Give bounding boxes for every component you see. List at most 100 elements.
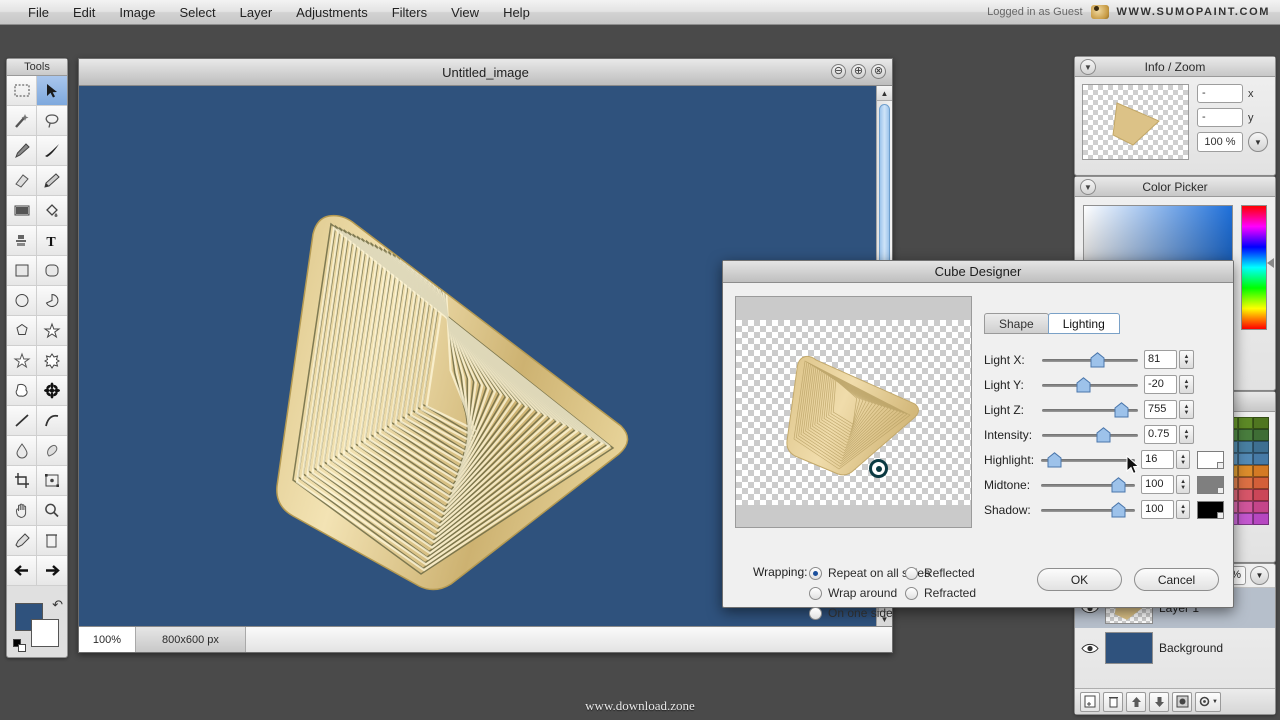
color-swatch[interactable] (1253, 513, 1269, 525)
menu-item-adjustments[interactable]: Adjustments (284, 2, 380, 23)
pie-shape-tool[interactable] (37, 286, 67, 316)
wrapping-option-reflected[interactable]: Reflected (905, 563, 976, 583)
menu-item-file[interactable]: File (16, 2, 61, 23)
layer-row-2[interactable]: Background (1075, 628, 1275, 668)
color-swatch[interactable] (1253, 429, 1269, 441)
slider-midtone[interactable] (1040, 476, 1136, 494)
flower-shape-tool[interactable] (37, 376, 67, 406)
spinner-highlight[interactable]: ▲ ▼ (1175, 450, 1191, 469)
rounded-rectangle-tool[interactable] (37, 256, 67, 286)
color-swatch[interactable] (1237, 477, 1254, 489)
color-swatch[interactable] (1237, 417, 1254, 429)
slider-intensity[interactable] (1042, 426, 1138, 444)
spinner-light-z[interactable]: ▲ ▼ (1179, 400, 1194, 419)
menu-item-help[interactable]: Help (491, 2, 542, 23)
background-color-swatch[interactable] (31, 619, 59, 647)
wrapping-option-refracted[interactable]: Refracted (905, 583, 976, 603)
y-coordinate-input[interactable]: - (1197, 108, 1243, 127)
spinner-down-icon[interactable]: ▼ (1184, 435, 1190, 441)
ellipse-shape-tool[interactable] (7, 286, 37, 316)
spinner-light-y[interactable]: ▲ ▼ (1179, 375, 1194, 394)
polygon-shape-tool[interactable] (7, 316, 37, 346)
tab-lighting[interactable]: Lighting (1047, 313, 1120, 334)
radio-icon[interactable] (809, 566, 822, 580)
slider-light-y[interactable] (1042, 376, 1138, 394)
lasso-tool[interactable] (37, 106, 67, 136)
color-swatch[interactable] (1237, 501, 1254, 513)
delete-tool[interactable] (37, 526, 67, 556)
text-tool[interactable]: T (37, 226, 67, 256)
slider-handle[interactable] (1076, 376, 1091, 393)
color-swatch[interactable] (1253, 465, 1269, 477)
eye-visibility-icon[interactable] (1081, 642, 1099, 655)
hue-strip[interactable] (1241, 205, 1274, 330)
curve-tool[interactable] (37, 406, 67, 436)
light-position-marker[interactable] (869, 459, 888, 478)
rectangle-shape-tool[interactable] (7, 256, 37, 286)
color-chip-highlight[interactable] (1197, 450, 1225, 469)
slider-light-x[interactable] (1042, 351, 1138, 369)
menu-item-view[interactable]: View (439, 2, 491, 23)
radio-icon[interactable] (809, 586, 822, 600)
slider-light-z[interactable] (1042, 401, 1138, 419)
slider-handle[interactable] (1111, 476, 1126, 493)
spinner-midtone[interactable]: ▲ ▼ (1175, 475, 1191, 494)
eyedropper-tool[interactable] (7, 526, 37, 556)
transform-tool[interactable] (37, 466, 67, 496)
hand-tool[interactable] (7, 496, 37, 526)
blur-tool[interactable] (7, 436, 37, 466)
zoom-tool[interactable] (37, 496, 67, 526)
slider-handle[interactable] (1096, 426, 1111, 443)
collapse-icon[interactable]: ▼ (1080, 59, 1096, 75)
slider-handle[interactable] (1111, 501, 1126, 518)
rectangular-marquee-tool[interactable] (7, 76, 37, 106)
smudge-tool[interactable] (37, 436, 67, 466)
value-input-light-z[interactable]: 755 (1144, 400, 1177, 419)
color-swatch[interactable] (1237, 453, 1254, 465)
close-button[interactable]: ⊗ (871, 64, 886, 79)
line-tool[interactable] (7, 406, 37, 436)
move-tool[interactable] (37, 76, 67, 106)
magic-wand-tool[interactable] (7, 106, 37, 136)
zoom-level-input[interactable]: 100 % (1197, 132, 1243, 152)
color-swatch[interactable] (1237, 513, 1254, 525)
spinner-down-icon[interactable]: ▼ (1180, 510, 1186, 516)
color-chip-midtone[interactable] (1197, 475, 1225, 494)
star-outline-tool[interactable] (7, 346, 37, 376)
ok-button[interactable]: OK (1037, 568, 1122, 591)
menu-item-layer[interactable]: Layer (228, 2, 285, 23)
spinner-shadow[interactable]: ▲ ▼ (1175, 500, 1191, 519)
gear-shape-tool[interactable] (37, 346, 67, 376)
value-input-midtone[interactable]: 100 (1141, 475, 1174, 494)
radio-icon[interactable] (905, 566, 918, 580)
color-swatch[interactable] (1253, 477, 1269, 489)
paint-bucket-tool[interactable] (37, 196, 67, 226)
color-swatch[interactable] (1237, 429, 1254, 441)
color-swatch[interactable] (1253, 453, 1269, 465)
canvas-title-bar[interactable]: Untitled_image ⊖ ⊕ ⊗ (79, 59, 892, 86)
color-swatch[interactable] (1237, 465, 1254, 477)
value-input-light-x[interactable]: 81 (1144, 350, 1177, 369)
hue-marker-icon[interactable] (1267, 258, 1274, 268)
x-coordinate-input[interactable]: - (1197, 84, 1243, 103)
slider-handle[interactable] (1114, 401, 1129, 418)
value-input-light-y[interactable]: -20 (1144, 375, 1177, 394)
gradient-tool[interactable] (7, 196, 37, 226)
value-input-intensity[interactable]: 0.75 (1144, 425, 1177, 444)
menu-item-filters[interactable]: Filters (380, 2, 439, 23)
collapse-icon[interactable]: ▼ (1080, 179, 1096, 195)
blob-shape-tool[interactable] (7, 376, 37, 406)
undo-arrow-tool[interactable] (7, 556, 37, 586)
cancel-button[interactable]: Cancel (1134, 568, 1219, 591)
spinner-down-icon[interactable]: ▼ (1180, 485, 1186, 491)
eraser-tool[interactable] (7, 166, 37, 196)
swap-colors-icon[interactable]: ↶ (52, 597, 63, 613)
default-colors-icon[interactable] (13, 639, 27, 653)
slider-handle[interactable] (1090, 351, 1105, 368)
redo-arrow-tool[interactable] (37, 556, 67, 586)
maximize-button[interactable]: ⊕ (851, 64, 866, 79)
color-swatch[interactable] (1253, 501, 1269, 513)
zoom-dropdown-icon[interactable]: ▼ (1248, 132, 1268, 152)
radio-icon[interactable] (809, 606, 822, 620)
layer-blend-dropdown-icon[interactable]: ▼ (1250, 566, 1269, 585)
